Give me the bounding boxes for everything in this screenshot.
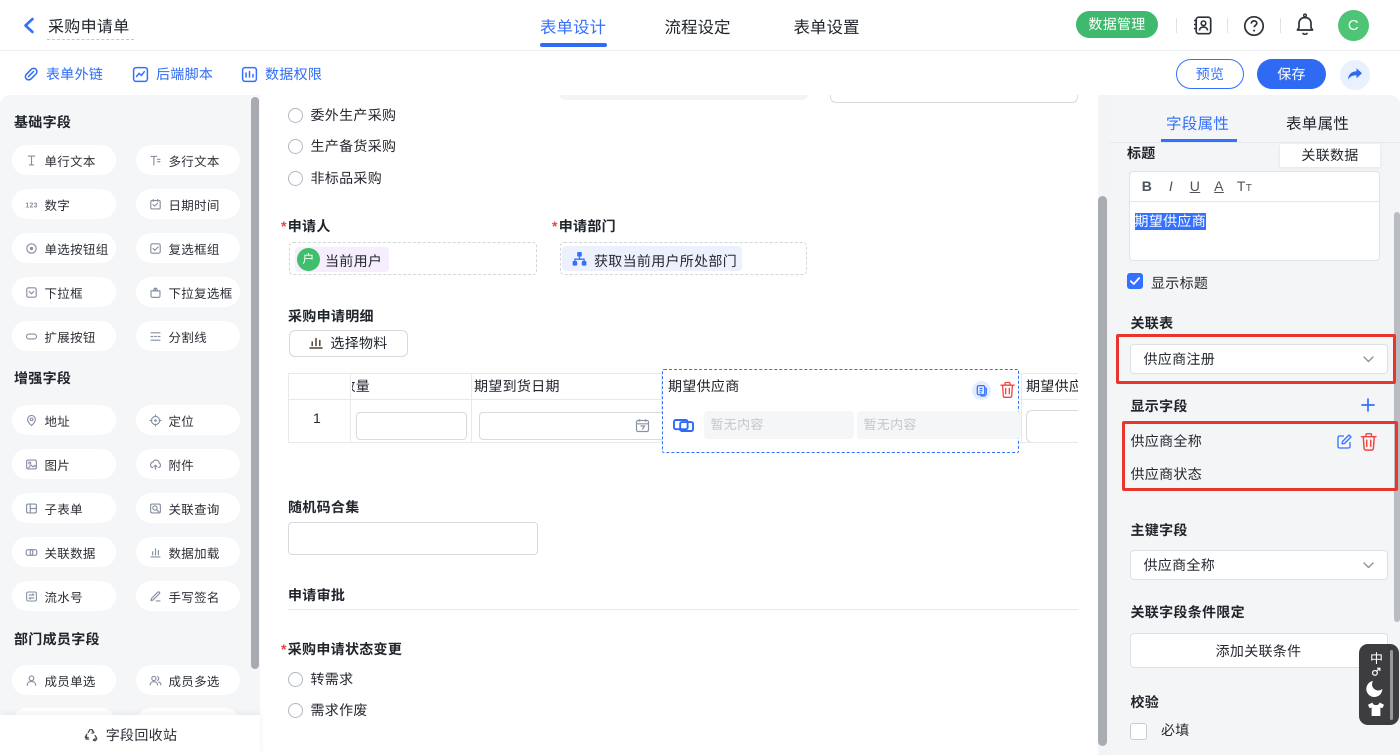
svg-text:123: 123	[25, 202, 37, 209]
